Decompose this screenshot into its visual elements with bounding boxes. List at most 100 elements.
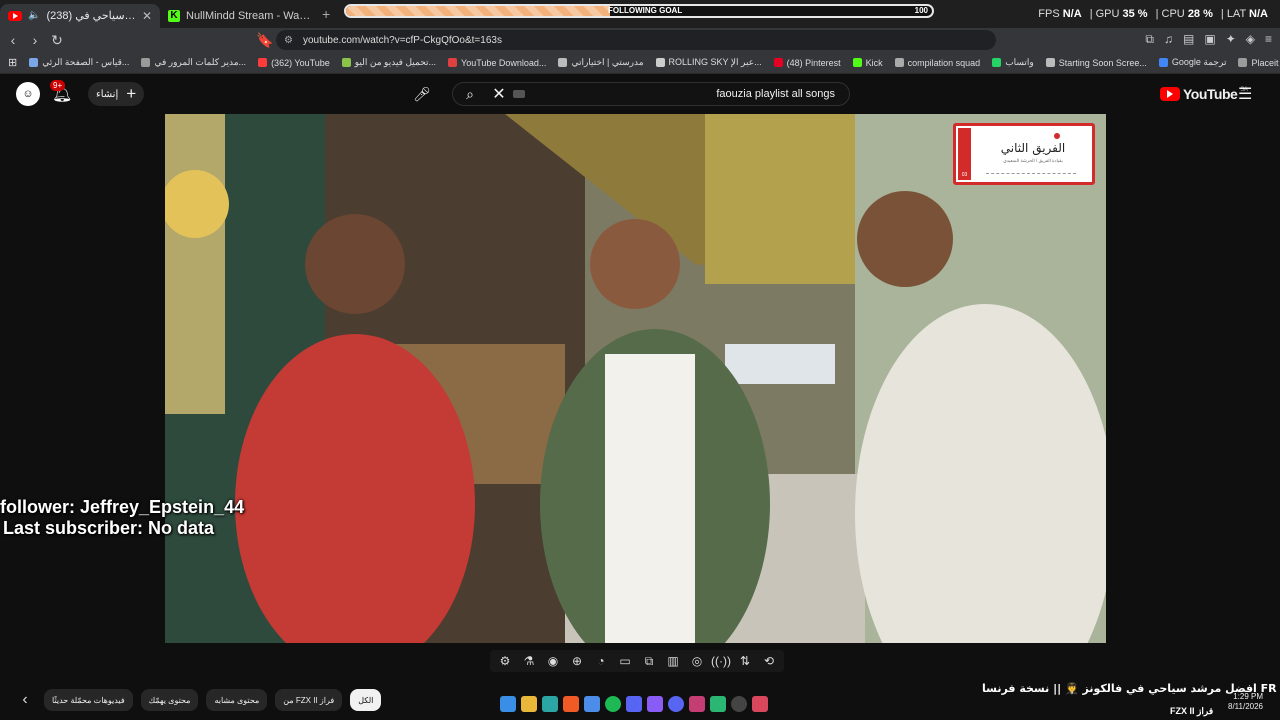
keyboard-icon[interactable] bbox=[513, 90, 525, 98]
app-icon[interactable] bbox=[626, 696, 642, 712]
shield-icon[interactable]: ◈ bbox=[1246, 32, 1255, 47]
create-button[interactable]: إنشاء + bbox=[88, 82, 145, 106]
forward-icon[interactable]: › bbox=[24, 32, 46, 48]
team-number: 03 bbox=[958, 128, 971, 180]
fps-label: FPS bbox=[1038, 8, 1060, 20]
settings-icon[interactable]: ⚙ bbox=[496, 652, 514, 670]
bookmark-label: مدرستي | اختياراتي bbox=[571, 57, 644, 67]
voice-search-icon[interactable]: 🎤︎ bbox=[410, 82, 434, 106]
bookmark-item[interactable]: تحميل فيديو من اليو... bbox=[341, 57, 436, 68]
search-box[interactable]: ⌕ ✕ faouzia playlist all songs bbox=[452, 82, 850, 106]
cpu-value: 28 % bbox=[1187, 8, 1213, 20]
extensions-icon[interactable]: ⧉ bbox=[1145, 32, 1154, 47]
clear-search-icon[interactable]: ✕ bbox=[487, 84, 511, 104]
follower-alert-text: follower: Jeffrey_Epstein_44 bbox=[0, 497, 245, 517]
obs-icon[interactable] bbox=[731, 696, 747, 712]
screenshot-icon[interactable]: ◉ bbox=[544, 652, 562, 670]
url-bar[interactable]: ⚙ youtube.com/watch?v=cfP-CkgQfOo&t=163s bbox=[276, 30, 996, 50]
menu-icon[interactable]: ≡ bbox=[1265, 32, 1272, 47]
fps-stat: FPS N/A bbox=[1038, 8, 1081, 20]
app-icon[interactable] bbox=[752, 696, 768, 712]
picture-in-picture-icon[interactable]: ⧉ bbox=[640, 652, 658, 670]
bookmark-item[interactable]: Kick bbox=[852, 58, 883, 68]
file-explorer-icon[interactable] bbox=[521, 696, 537, 712]
close-tab-icon[interactable]: ✕ bbox=[142, 9, 152, 23]
bookmark-label: ROLLING SKY عبر الإ... bbox=[668, 57, 762, 67]
url-text[interactable]: youtube.com/watch?v=cfP-CkgQfOo&t=163s bbox=[303, 35, 502, 46]
app-icon[interactable] bbox=[710, 696, 726, 712]
windows-start-icon[interactable] bbox=[500, 696, 516, 712]
bookmark-icon[interactable]: 🔖 bbox=[254, 32, 276, 49]
youtube-logo[interactable]: YouTube SA bbox=[1160, 86, 1248, 102]
bookmark-favicon-icon bbox=[448, 58, 458, 67]
bookmark-label: Placeit - Neon Twitc... bbox=[1251, 57, 1280, 68]
screen: 🔈 (238) افضل مرشد سياحي في ✕ K NullMindd… bbox=[0, 0, 1280, 720]
create-label: إنشاء bbox=[96, 88, 119, 100]
sort-icon[interactable]: ⇅ bbox=[736, 652, 754, 670]
watch-icon[interactable]: ◎ bbox=[688, 652, 706, 670]
tab-title: (238) افضل مرشد سياحي في bbox=[46, 10, 135, 22]
channel-name[interactable]: FZX II فراز bbox=[1170, 706, 1213, 717]
bookmark-favicon-icon bbox=[1158, 58, 1168, 67]
audio-icon[interactable]: ((·)) bbox=[711, 652, 731, 670]
bookmark-label: قياس - الصفحة الرئي... bbox=[42, 57, 130, 67]
spotify-icon[interactable] bbox=[605, 696, 621, 712]
guide-menu-icon[interactable]: ☰ bbox=[1238, 84, 1252, 104]
search-input[interactable]: faouzia playlist all songs bbox=[525, 88, 849, 100]
system-clock: 1:29 PM 8/11/2026 bbox=[1228, 692, 1263, 712]
bookmark-item[interactable]: compilation squad bbox=[894, 57, 981, 68]
filmstrip-icon[interactable]: ▥ bbox=[664, 652, 682, 670]
sidebar-icon[interactable]: ▤ bbox=[1183, 32, 1194, 47]
bookmark-item[interactable]: ROLLING SKY عبر الإ... bbox=[655, 57, 762, 68]
tab-youtube[interactable]: 🔈 (238) افضل مرشد سياحي في ✕ bbox=[0, 3, 160, 28]
chevron-left-icon[interactable]: ‹ bbox=[14, 691, 36, 709]
bookmark-item[interactable]: YouTube Download... bbox=[448, 58, 546, 68]
bookmark-favicon-icon bbox=[852, 58, 862, 67]
cinema-icon[interactable]: ▭ bbox=[616, 652, 634, 670]
bookmark-item[interactable]: Starting Soon Scree... bbox=[1045, 58, 1147, 68]
chip-from-channel[interactable]: من FZX II فراز bbox=[275, 689, 343, 711]
bookmark-item[interactable]: (48) Pinterest bbox=[773, 58, 841, 68]
bookmark-item[interactable]: Google ترجمة bbox=[1158, 57, 1226, 68]
apps-icon[interactable]: ⊞ bbox=[8, 56, 17, 69]
search-icon[interactable]: ⌕ bbox=[453, 86, 487, 103]
brave-icon[interactable] bbox=[563, 696, 579, 712]
bookmark-item[interactable]: واتساب bbox=[992, 57, 1034, 68]
edge-icon[interactable] bbox=[542, 696, 558, 712]
chip-all[interactable]: الكل bbox=[350, 689, 382, 711]
bookmark-label: compilation squad bbox=[907, 57, 981, 68]
add-icon[interactable]: ⊕ bbox=[568, 652, 586, 670]
bookmark-item[interactable]: Placeit - Neon Twitc... bbox=[1238, 58, 1280, 68]
mute-icon[interactable]: 🔈 bbox=[28, 10, 40, 21]
ai-icon[interactable]: ✦ bbox=[1226, 32, 1236, 47]
new-tab-button[interactable]: + bbox=[322, 6, 330, 22]
loop-icon[interactable]: ⟲ bbox=[760, 652, 778, 670]
reload-icon[interactable]: ↻ bbox=[46, 32, 68, 49]
video-player[interactable] bbox=[165, 114, 1106, 643]
follow-goal-bar: FOLLOWING GOAL 100 bbox=[344, 4, 934, 18]
chip-related[interactable]: محتوى مشابه bbox=[206, 689, 268, 711]
site-info-icon[interactable]: ⚙ bbox=[284, 35, 293, 46]
wallet-icon[interactable]: ▣ bbox=[1204, 32, 1215, 47]
tab-kick[interactable]: K NullMindd Stream - Watch Live on Ki bbox=[160, 4, 320, 28]
flask-icon[interactable]: ⚗ bbox=[520, 652, 538, 670]
subscriber-alert-text: Last subscriber: No data bbox=[3, 518, 215, 538]
bookmark-item[interactable]: قياس - الصفحة الرئي... bbox=[29, 57, 129, 68]
youtube-header: ☺ 🔔︎ 9+ إنشاء + 🎤︎ ⌕ ✕ faouzia playlist … bbox=[0, 74, 1280, 114]
app-icon[interactable] bbox=[647, 696, 663, 712]
avatar[interactable]: ☺ bbox=[16, 82, 40, 106]
discord-icon[interactable] bbox=[668, 696, 684, 712]
bookmark-item[interactable]: مدير كلمات المرور في... bbox=[141, 57, 246, 68]
bookmark-item[interactable]: (362) YouTube bbox=[258, 58, 330, 68]
bookmark-favicon-icon bbox=[341, 58, 351, 67]
speed-icon[interactable]: ◔ bbox=[592, 652, 610, 670]
lat-label: LAT bbox=[1226, 8, 1246, 20]
app-icon[interactable] bbox=[689, 696, 705, 712]
chip-for-you[interactable]: محتوى يهمّك bbox=[140, 689, 199, 711]
youtube-favicon-icon bbox=[8, 10, 22, 21]
media-icon[interactable]: ♫ bbox=[1164, 32, 1173, 47]
chip-recently-uploaded[interactable]: فيديوهات محمّلة حديثًا bbox=[44, 689, 133, 711]
store-icon[interactable] bbox=[584, 696, 600, 712]
bookmark-item[interactable]: مدرستي | اختياراتي bbox=[558, 57, 644, 68]
back-icon[interactable]: ‹ bbox=[2, 32, 24, 48]
